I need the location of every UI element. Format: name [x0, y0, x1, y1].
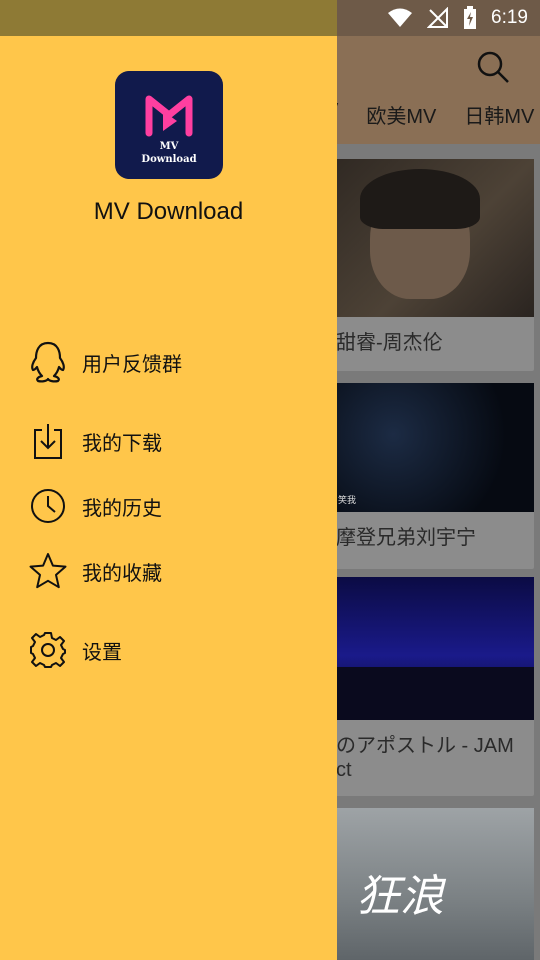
- no-signal-icon: [427, 7, 449, 28]
- star-icon: [26, 549, 70, 593]
- menu-item-settings[interactable]: 设置: [26, 628, 122, 672]
- category-tabs: V 欧美MV 日韩MV: [325, 100, 534, 129]
- app-logo: MV Download: [115, 71, 223, 179]
- tab-western-mv[interactable]: 欧美MV: [366, 100, 436, 129]
- battery-icon: [464, 6, 477, 29]
- gear-icon: [26, 628, 70, 672]
- video-caption: 笑我: [338, 495, 357, 505]
- clock-icon: [26, 484, 70, 528]
- status-icons: 6:19: [387, 6, 528, 30]
- video-overlay-text: 狂浪: [356, 871, 444, 922]
- menu-label: 我的下载: [82, 432, 162, 455]
- search-icon[interactable]: [476, 50, 510, 84]
- status-time: 6:19: [491, 7, 528, 28]
- logo-line2: Download: [141, 154, 197, 165]
- menu-label: 设置: [82, 641, 122, 664]
- menu-label: 用户反馈群: [82, 353, 182, 376]
- app-name: MV Download: [93, 198, 244, 225]
- download-icon: [26, 419, 70, 463]
- logo-line1: MV: [159, 141, 179, 152]
- menu-item-favorites[interactable]: 我的收藏: [26, 549, 162, 593]
- menu-label: 我的历史: [82, 497, 162, 520]
- menu-item-downloads[interactable]: 我的下载: [26, 419, 162, 463]
- menu-item-history[interactable]: 我的历史: [26, 484, 162, 528]
- drawer-status-bar: [0, 0, 337, 36]
- wifi-icon: [388, 8, 413, 27]
- menu-item-feedback-group[interactable]: 用户反馈群: [26, 340, 182, 384]
- tab-jpkr-mv[interactable]: 日韩MV: [464, 100, 534, 129]
- qq-icon: [26, 340, 70, 384]
- menu-label: 我的收藏: [82, 562, 162, 585]
